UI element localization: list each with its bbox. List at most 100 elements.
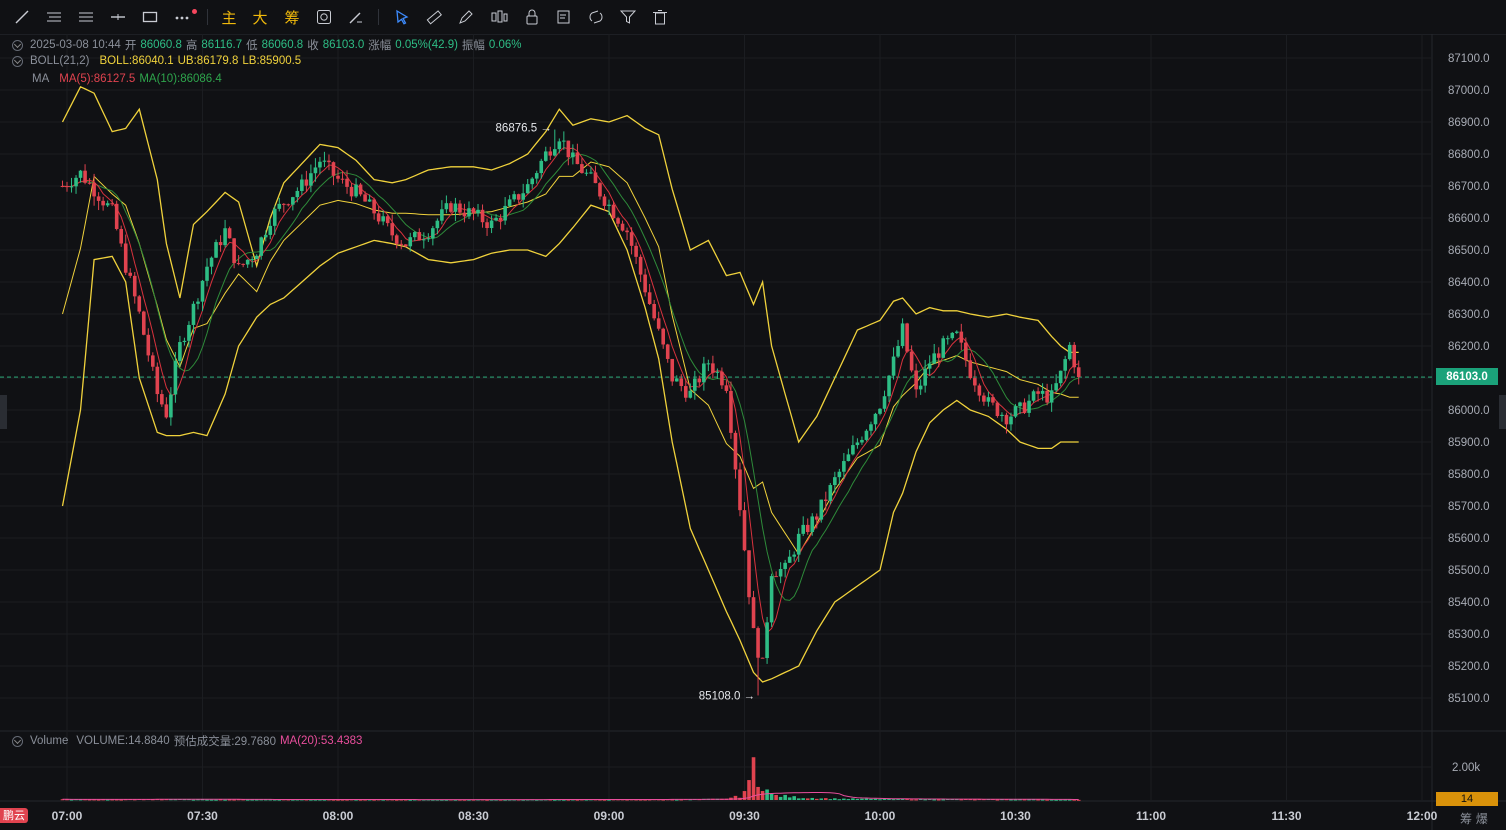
price-chart[interactable]: 86876.5 → 85108.0 → 87100.0 87000.0 86900.0…: [0, 34, 1506, 830]
boll-lower-band: [61, 204, 1079, 683]
ma5-line: [62, 147, 1079, 634]
candle-body: [765, 622, 769, 659]
candle-body: [873, 413, 878, 425]
candle-body: [851, 445, 855, 455]
candle-body: [927, 363, 932, 369]
right-collapse-handle[interactable]: [1499, 395, 1506, 429]
big-order-button[interactable]: 大: [250, 7, 270, 27]
candle-body: [760, 657, 765, 659]
y-tick-label: 85600.0: [1448, 533, 1490, 545]
ruler-icon[interactable]: [424, 7, 444, 27]
candle-body: [196, 301, 200, 304]
candle-body: [291, 197, 295, 205]
trash-icon[interactable]: [650, 7, 670, 27]
candle-body: [936, 353, 941, 358]
toolbar-divider: [207, 9, 208, 25]
candle-body: [322, 160, 327, 162]
volume-bar: [796, 798, 801, 800]
candle-body: [715, 371, 720, 373]
y-tick-label: 86800.0: [1448, 149, 1490, 161]
y-tick-label: 86500.0: [1448, 245, 1490, 257]
boll-middle-band: [62, 161, 1079, 555]
pencil-icon[interactable]: [456, 7, 476, 27]
candle-body: [417, 232, 422, 241]
left-collapse-handle[interactable]: [0, 395, 7, 429]
candle-body: [78, 170, 83, 178]
candle-body: [891, 356, 896, 376]
candle-body: [593, 172, 598, 184]
parallel-lines-icon[interactable]: [44, 7, 64, 27]
candle-body: [354, 184, 358, 197]
lock-icon[interactable]: [522, 7, 542, 27]
trend-line-icon[interactable]: [12, 7, 32, 27]
toggle-volume-icon[interactable]: [12, 735, 23, 747]
volume-bar: [824, 798, 828, 800]
filter-icon[interactable]: [618, 7, 638, 27]
candle-body: [263, 234, 268, 238]
candle-body: [914, 370, 918, 390]
edit-note-icon[interactable]: [554, 7, 574, 27]
channel-icon[interactable]: [76, 7, 96, 27]
candle-body: [688, 390, 693, 398]
toggle-boll-icon[interactable]: [12, 55, 23, 67]
candle-body: [607, 204, 611, 206]
candle-body: [571, 152, 575, 158]
candle-body: [814, 516, 819, 520]
volume-bar: [873, 798, 878, 800]
candle-body: [647, 292, 652, 304]
candle-body: [566, 140, 571, 158]
volume-bar: [869, 798, 873, 800]
candle-body: [259, 237, 264, 256]
sync-icon[interactable]: [314, 7, 334, 27]
candle-body: [363, 194, 367, 202]
volume-bar: [751, 757, 756, 800]
candle-body: [426, 238, 431, 240]
candle-body: [1067, 344, 1072, 360]
candle-style-icon[interactable]: [488, 7, 510, 27]
candle-body: [562, 140, 566, 142]
candle-body: [60, 186, 65, 187]
boll-lb: LB:85900.5: [242, 55, 302, 67]
volume-bar: [846, 799, 851, 801]
rectangle-icon[interactable]: [140, 7, 160, 27]
volume-bar: [810, 797, 815, 800]
volume-bar: [864, 798, 869, 800]
candle-body: [286, 204, 291, 206]
candle-body: [345, 178, 349, 187]
volume-bar: [878, 799, 882, 801]
horizontal-line-icon[interactable]: [108, 7, 128, 27]
candle-body: [900, 323, 905, 346]
cursor-mode-icon[interactable]: [392, 7, 412, 27]
candle-body: [864, 430, 869, 440]
candle-body: [1004, 414, 1009, 425]
magnet-icon[interactable]: [586, 7, 606, 27]
volume-bar: [778, 796, 783, 800]
candle-body: [449, 203, 453, 212]
candle-body: [462, 212, 467, 217]
candle-body: [272, 208, 277, 226]
candle-body: [611, 204, 616, 219]
candle-body: [494, 217, 498, 221]
legend-change-label: 涨幅: [368, 40, 392, 52]
candle-body: [110, 203, 114, 205]
eraser-icon[interactable]: [346, 7, 366, 27]
chip-distribution-button[interactable]: 筹: [282, 7, 302, 27]
candle-body: [742, 510, 747, 551]
legend-datetime: 2025-03-08 10:44: [30, 39, 121, 51]
y-tick-label: 85200.0: [1448, 661, 1490, 673]
brand-logo: 鹏云: [0, 808, 28, 823]
candle-body: [214, 242, 218, 258]
more-icon[interactable]: [172, 7, 192, 27]
candle-body: [236, 263, 241, 265]
side-tabs[interactable]: 筹 爆: [1460, 810, 1488, 827]
candle-body: [846, 454, 851, 462]
candle-body: [105, 203, 110, 206]
axes: 87100.0 87000.0 86900.0 86800.0 86700.0 86600…: [52, 53, 1490, 823]
candle-body: [132, 275, 137, 297]
candle-body: [467, 208, 471, 217]
main-indicator-button[interactable]: 主: [219, 7, 239, 27]
candle-body: [87, 182, 92, 184]
candle-body: [295, 190, 300, 198]
toggle-candle-icon[interactable]: [12, 39, 23, 51]
x-tick-label: 07:00: [52, 809, 83, 823]
